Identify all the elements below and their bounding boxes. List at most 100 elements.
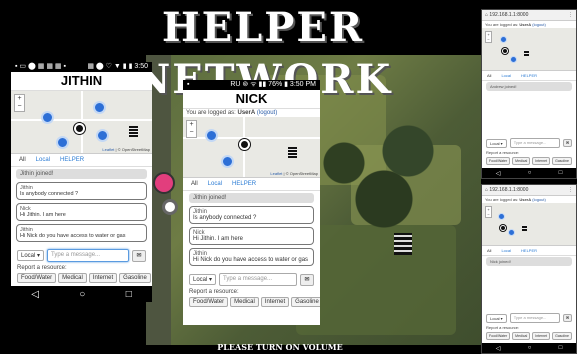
tab-helper[interactable]: HELPER (521, 73, 537, 78)
scope-select[interactable]: Local ▾ (189, 274, 217, 285)
gasoline-button[interactable]: Gasoline (552, 332, 572, 340)
map-marker-icon[interactable] (510, 56, 517, 63)
medical-button[interactable]: Medical (512, 332, 531, 340)
gasoline-button[interactable]: Gasoline (119, 273, 151, 283)
browser-window-2: ⌂ 192.168.1.1:8000 ⋮ You are logged as: … (481, 184, 577, 354)
recents-icon[interactable]: □ (559, 170, 563, 176)
message-input[interactable]: Type a message... (509, 138, 560, 148)
address-bar[interactable]: ⌂ 192.168.1.1:8000 ⋮ (482, 10, 576, 21)
zoom-control[interactable]: + − (14, 94, 25, 112)
back-icon[interactable]: ◁ (31, 289, 39, 300)
recents-icon[interactable]: □ (126, 289, 132, 300)
send-button[interactable]: ✉ (563, 139, 572, 147)
status-icons-right: ▦ ⬤ ♡ ▼ ▮ ▮ 3:50 (87, 63, 148, 70)
map-marker-icon[interactable] (500, 36, 507, 43)
tab-local[interactable]: Local (501, 73, 511, 78)
send-button[interactable]: ✉ (132, 249, 146, 262)
internet-button[interactable]: Internet (532, 332, 551, 340)
home-icon[interactable]: ⌂ (485, 12, 488, 18)
map-view[interactable]: + − Leaflet | © OpenStreetMap (183, 117, 320, 178)
chat-log[interactable]: Andrew joined! (482, 81, 576, 137)
menu-icon[interactable]: ⋮ (568, 185, 573, 195)
map-view[interactable]: + − (482, 28, 576, 71)
tab-all[interactable]: All (487, 73, 491, 78)
map-view[interactable]: + − (482, 203, 576, 246)
back-icon[interactable]: ◁ (496, 345, 501, 352)
map-attribution[interactable]: Leaflet | © OpenStreetMap (102, 147, 150, 152)
chat-log[interactable]: Jithin joined! Jithin Is anybody connect… (11, 167, 152, 247)
home-icon[interactable]: ○ (79, 289, 85, 300)
home-icon[interactable]: ⌂ (485, 187, 488, 193)
url-text[interactable]: 192.168.1.1:8000 (489, 12, 528, 18)
map-attribution[interactable]: Leaflet | © OpenStreetMap (270, 171, 318, 176)
page-title: JITHIN (11, 72, 152, 91)
status-icons-left: ▪ (187, 81, 190, 88)
message-input[interactable]: Type a message... (509, 313, 560, 323)
chat-log[interactable]: Jithin joined! Jithin Is anybody connect… (183, 191, 320, 271)
recents-icon[interactable]: □ (559, 345, 563, 351)
logout-link[interactable]: (logout) (257, 110, 277, 116)
scope-select[interactable]: Local ▾ (486, 138, 507, 148)
map-marker-icon[interactable] (96, 129, 109, 142)
message-input[interactable]: Type a message... (47, 249, 129, 262)
chat-log[interactable]: Nick joined! (482, 256, 576, 312)
menu-icon[interactable]: ⋮ (568, 10, 573, 20)
logout-link[interactable]: (logout) (532, 22, 546, 27)
tab-local[interactable]: Local (36, 157, 50, 163)
tab-helper[interactable]: HELPER (521, 248, 537, 253)
map-marker-icon[interactable] (498, 213, 505, 220)
home-icon[interactable]: ○ (528, 170, 532, 176)
back-icon[interactable]: ◁ (496, 170, 501, 177)
tab-all[interactable]: All (19, 157, 26, 163)
food-water-button[interactable]: Food/Water (17, 273, 57, 283)
tab-local[interactable]: Local (501, 248, 511, 253)
medical-button[interactable]: Medical (58, 273, 87, 283)
tab-all[interactable]: All (191, 181, 198, 187)
map-marker-icon[interactable] (508, 229, 515, 236)
medical-button[interactable]: Medical (512, 157, 531, 165)
phone-jithin: ▪ ▭ ⬤ ▦ ▦ ▦ ▪ ▦ ⬤ ♡ ▼ ▮ ▮ 3:50 JITHIN + −… (11, 62, 152, 302)
map-road (81, 91, 83, 153)
building-icon[interactable] (522, 225, 527, 231)
scope-select[interactable]: Local ▾ (486, 313, 507, 323)
page-title: NICK (183, 90, 320, 109)
map-marker-icon[interactable] (41, 111, 54, 124)
url-text[interactable]: 192.168.1.1:8000 (489, 187, 528, 193)
food-water-button[interactable]: Food/Water (486, 157, 511, 165)
medical-button[interactable]: Medical (230, 297, 259, 307)
phone-nick: ▪ RU ⊚ ᯤ ▮▮ 76% ▮ 3:50 PM NICK You are l… (183, 80, 320, 325)
tab-local[interactable]: Local (208, 181, 222, 187)
building-icon[interactable] (288, 147, 297, 158)
internet-button[interactable]: Internet (88, 273, 118, 283)
send-button[interactable]: ✉ (300, 273, 314, 286)
zoom-control[interactable]: + − (186, 120, 197, 138)
map-marker-icon[interactable] (221, 155, 234, 168)
map-marker-icon[interactable] (56, 136, 69, 149)
food-water-button[interactable]: Food/Water (189, 297, 229, 307)
map-view[interactable]: + − Leaflet | © OpenStreetMap (11, 91, 152, 154)
report-label: Report a resource: (486, 325, 520, 330)
gasoline-button[interactable]: Gasoline (291, 297, 320, 307)
internet-button[interactable]: Internet (260, 297, 290, 307)
tab-helper[interactable]: HELPER (60, 157, 84, 163)
logged-in-info: You are logged as: UserA (logout) (186, 110, 278, 116)
tab-all[interactable]: All (487, 248, 491, 253)
tab-helper[interactable]: HELPER (232, 181, 256, 187)
home-icon[interactable]: ○ (528, 345, 532, 351)
logout-link[interactable]: (logout) (532, 197, 546, 202)
send-button[interactable]: ✉ (563, 314, 572, 322)
gasoline-button[interactable]: Gasoline (552, 157, 572, 165)
message-input[interactable]: Type a message... (219, 273, 297, 286)
building-icon[interactable] (524, 50, 529, 56)
map-marker-icon[interactable] (205, 129, 218, 142)
food-water-button[interactable]: Food/Water (486, 332, 511, 340)
android-nav-bar: ◁ ○ □ (482, 343, 576, 353)
internet-button[interactable]: Internet (532, 157, 551, 165)
building-icon[interactable] (129, 126, 138, 137)
zoom-control[interactable]: + − (485, 206, 492, 218)
resource-buttons: Food/Water Medical Internet Gasoline (482, 156, 576, 166)
zoom-control[interactable]: + − (485, 31, 492, 43)
map-marker-icon[interactable] (93, 101, 106, 114)
address-bar[interactable]: ⌂ 192.168.1.1:8000 ⋮ (482, 185, 576, 196)
scope-select[interactable]: Local ▾ (17, 250, 45, 261)
